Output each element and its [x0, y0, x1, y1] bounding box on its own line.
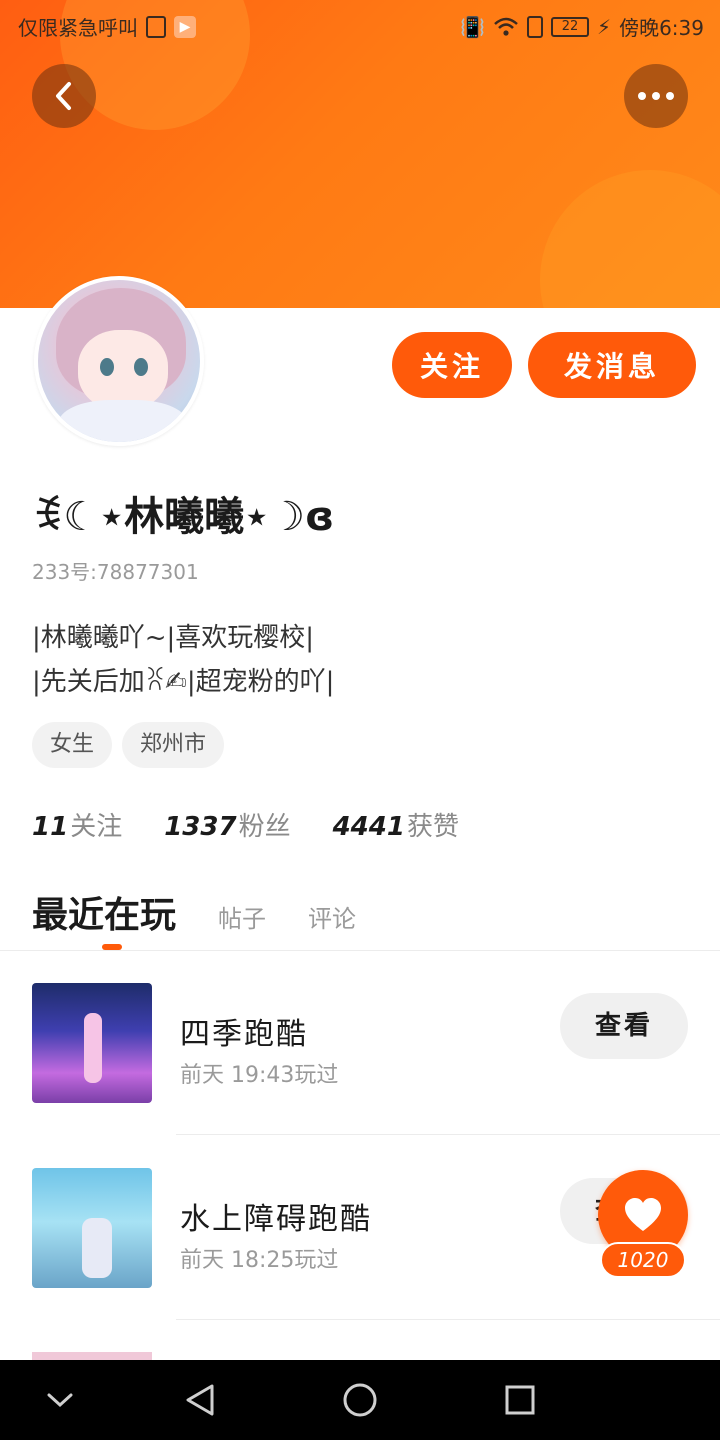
user-id: 233号:78877301	[32, 560, 199, 584]
bio-line: |林曦曦吖~|喜欢玩樱校|	[32, 623, 315, 653]
status-bar: 仅限紧急呼叫 ▶ 📳 22 ⚡ 傍晚6:39	[0, 0, 720, 52]
banner-decoration	[540, 170, 720, 308]
fans-stat[interactable]: 1337粉丝	[164, 806, 290, 843]
divider	[176, 1134, 720, 1135]
follow-button[interactable]: 关注	[392, 332, 512, 398]
sim-alert-icon	[527, 15, 544, 38]
chevron-left-icon	[56, 82, 71, 110]
status-right: 📳 22 ⚡ 傍晚6:39	[460, 12, 704, 41]
likes-count: 4441	[332, 812, 405, 842]
send-message-button[interactable]: 发消息	[528, 332, 696, 398]
like-count-badge: 1020	[600, 1242, 686, 1278]
user-nickname: ꉂ☾⋆林曦曦⋆☽ɞ	[32, 494, 335, 540]
likes-label: 获赞	[406, 812, 459, 842]
game-thumbnail[interactable]	[32, 1168, 152, 1288]
gender-tag: 女生	[32, 722, 113, 768]
game-title: 水上障碍跑酷	[180, 1202, 372, 1237]
chevron-down-icon	[47, 1393, 73, 1408]
following-label: 关注	[70, 812, 123, 842]
location-tag: 郑州市	[122, 722, 225, 768]
carrier-text: 仅限紧急呼叫	[18, 16, 138, 40]
hide-keyboard-button[interactable]	[40, 1380, 80, 1420]
user-bio: |林曦曦吖~|喜欢玩樱校| |先关后加ꐦ✍|超宠粉的吖|	[32, 616, 334, 704]
likes-stat: 4441获赞	[333, 806, 459, 843]
tab-comments[interactable]: 评论	[308, 899, 356, 934]
document-icon	[146, 15, 166, 38]
more-options-button[interactable]	[624, 64, 688, 128]
more-dots-icon	[638, 92, 674, 100]
charging-icon: ⚡	[597, 14, 612, 39]
view-button[interactable]: 查看	[560, 993, 688, 1059]
game-title: 四季跑酷	[180, 1017, 308, 1052]
divider	[176, 1319, 720, 1320]
user-stats: 11关注 1337粉丝 4441获赞	[32, 806, 459, 843]
circle-home-icon	[343, 1383, 377, 1417]
nav-recents-button[interactable]	[500, 1380, 540, 1420]
bio-line: |先关后加ꐦ✍|超宠粉的吖|	[32, 667, 335, 697]
play-icon: ▶	[174, 15, 196, 38]
triangle-back-icon	[186, 1384, 214, 1416]
user-tags: 女生 郑州市	[32, 722, 225, 768]
game-thumbnail[interactable]	[32, 983, 152, 1103]
status-left: 仅限紧急呼叫 ▶	[18, 12, 196, 41]
game-played-time: 前天 19:43玩过	[180, 1063, 339, 1088]
tab-recent-played[interactable]: 最近在玩	[32, 886, 176, 938]
wifi-icon	[494, 17, 518, 36]
following-count: 11	[32, 812, 69, 842]
following-stat[interactable]: 11关注	[32, 806, 122, 843]
list-item[interactable]: 四季跑酷 前天 19:43玩过 查看	[0, 951, 720, 1135]
nav-back-button[interactable]	[180, 1380, 220, 1420]
battery-indicator: 22	[551, 16, 590, 37]
heart-icon	[625, 1198, 661, 1231]
fans-label: 粉丝	[238, 812, 291, 842]
avatar[interactable]	[34, 276, 204, 446]
square-recents-icon	[505, 1385, 535, 1415]
system-navigation-bar	[0, 1360, 720, 1440]
tab-posts[interactable]: 帖子	[218, 899, 266, 934]
game-played-time: 前天 18:25玩过	[180, 1248, 339, 1273]
clock-text: 傍晚6:39	[619, 16, 704, 40]
back-button[interactable]	[32, 64, 96, 128]
nav-home-button[interactable]	[340, 1380, 380, 1420]
fans-count: 1337	[164, 812, 237, 842]
vibrate-icon: 📳	[460, 14, 486, 39]
profile-tabs: 最近在玩 帖子 评论	[32, 886, 356, 938]
